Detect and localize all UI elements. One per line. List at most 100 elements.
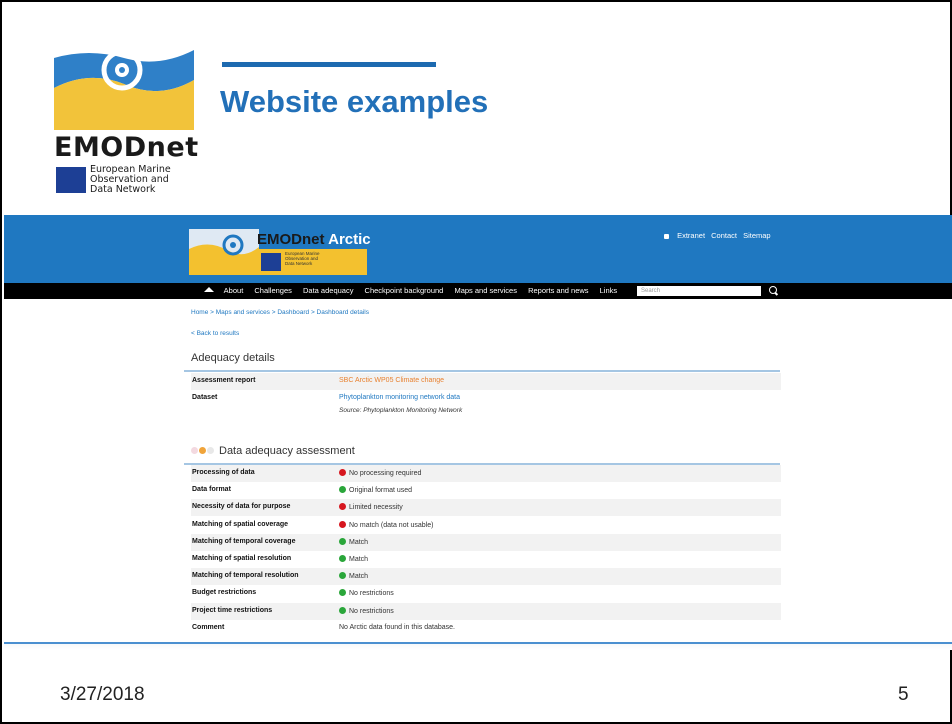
assessment-row: Matching of spatial resolution Match [191, 551, 781, 568]
slide-title: Website examples [220, 84, 489, 119]
nav-challenges[interactable]: Challenges [254, 286, 292, 295]
nav-checkpoint-background[interactable]: Checkpoint background [365, 286, 444, 295]
site-eu-flag-icon [261, 253, 281, 271]
assessment-row: Budget restrictions No restrictions [191, 585, 781, 602]
site-top-links: Extranet Contact Sitemap [664, 231, 771, 240]
assessment-key: Data format [192, 486, 231, 494]
title-accent-bar [222, 62, 436, 67]
assessment-value-text: No Arctic data found in this database. [339, 623, 455, 631]
assessment-value-text: Limited necessity [349, 504, 403, 512]
assessment-key: Processing of data [192, 469, 255, 476]
details-key: Dataset [192, 394, 218, 401]
status-red-icon [339, 520, 346, 528]
assessment-value-text: Original format used [349, 487, 413, 495]
assessment-value: Limited necessity [339, 503, 403, 511]
assessment-row: Project time restrictions No restrictions [191, 602, 781, 620]
search-icon[interactable] [769, 286, 777, 294]
assessment-value-text: No restrictions [349, 607, 394, 615]
assessment-row: Comment No Arctic data found in this data… [191, 620, 781, 637]
site-logo-word-emodnet: EMODnet [257, 231, 325, 248]
page-number: 5 [898, 684, 909, 705]
home-icon[interactable] [204, 287, 214, 292]
assessment-value: No match (data not usable) [339, 520, 434, 529]
assessment-value: Original format used [339, 486, 412, 494]
site-logo-word-arctic: Arctic [324, 231, 371, 248]
assessment-value-text: No processing required [349, 470, 422, 477]
assessment-report-link[interactable]: SBC Arctic WP05 Climate change [339, 377, 444, 384]
assessment-value: No restrictions [339, 589, 394, 597]
site-logo-wave-graphic [189, 229, 259, 275]
assessment-value: No Arctic data found in this database. [339, 624, 455, 631]
assessment-value-text: Match [349, 556, 369, 563]
site-logo-wordmark: EMODnet Arctic [257, 231, 371, 248]
assessment-row: Processing of data No processing required [191, 465, 781, 482]
details-divider [184, 370, 780, 372]
search-input[interactable]: Search [637, 286, 761, 296]
details-key: Assessment report [192, 377, 256, 384]
nav-reports-and-news[interactable]: Reports and news [528, 286, 588, 295]
slide: EMODnet European Marine Observation and … [0, 0, 952, 724]
assessment-key: Budget restrictions [192, 589, 257, 597]
assessment-row: Necessity of data for purpose Limited nec… [191, 499, 781, 517]
status-green-icon [339, 555, 346, 562]
adequacy-details-title: Adequacy details [191, 352, 275, 364]
site-logo-subband: European Marine Observation and Data Net… [257, 249, 367, 275]
assessment-row: Matching of temporal coverage Match [191, 533, 781, 551]
assessment-key: Comment [192, 623, 225, 631]
assessment-key: Necessity of data for purpose [192, 503, 291, 511]
eu-flag-icon [56, 167, 86, 193]
status-green-icon [339, 486, 346, 494]
status-green-icon [339, 537, 346, 545]
back-to-results-link[interactable]: < Back to results [191, 330, 239, 337]
status-red-icon [339, 469, 346, 476]
logo-wave-graphic [54, 40, 194, 130]
contact-link[interactable]: Contact [711, 231, 737, 240]
nav-about[interactable]: About [224, 286, 244, 295]
breadcrumb[interactable]: Home > Maps and services > Dashboard > D… [191, 309, 369, 316]
footer-band [4, 642, 952, 650]
assessment-row: Matching of temporal resolution Match [191, 568, 781, 586]
details-row-report: Assessment report SBC Arctic WP05 Climat… [191, 373, 781, 390]
assessment-key: Matching of temporal resolution [192, 572, 299, 580]
assessment-value: Match [339, 555, 368, 563]
assessment-dots-icon [191, 445, 215, 457]
dataset-link[interactable]: Phytoplankton monitoring network data [339, 394, 460, 401]
status-green-icon [339, 589, 346, 597]
website-screenshot: EMODnet Arctic European Marine Observati… [4, 215, 952, 642]
lock-icon [664, 233, 669, 239]
site-header: EMODnet Arctic European Marine Observati… [4, 215, 952, 283]
site-nav-bar: About Challenges Data adequacy Checkpoin… [4, 283, 952, 299]
assessment-value-text: No match (data not usable) [349, 521, 434, 529]
assessment-value: No processing required [339, 469, 421, 477]
logo-tagline: European Marine Observation and Data Net… [90, 164, 171, 195]
slide-date: 3/27/2018 [60, 684, 145, 705]
assessment-key: Matching of spatial coverage [192, 520, 289, 528]
emodnet-logo: EMODnet European Marine Observation and … [54, 40, 204, 202]
sitemap-link[interactable]: Sitemap [743, 231, 771, 240]
status-green-icon [339, 606, 346, 614]
assessment-key: Project time restrictions [192, 606, 273, 614]
status-red-icon [339, 503, 346, 511]
site-logo-tagline: European Marine Observation and Data Net… [285, 251, 320, 266]
assessment-row: Data format Original format used [191, 482, 781, 499]
assessment-value-text: Match [349, 538, 369, 546]
nav-data-adequacy[interactable]: Data adequacy [303, 286, 353, 295]
status-green-icon [339, 572, 346, 580]
assessment-value: Match [339, 572, 368, 580]
nav-links[interactable]: Links [600, 286, 618, 295]
assessment-row: Matching of spatial coverage No match (da… [191, 517, 781, 534]
details-row-dataset: Dataset Phytoplankton monitoring network… [191, 390, 781, 407]
assessment-title-wrap: Data adequacy assessment [191, 445, 355, 457]
assessment-key: Matching of temporal coverage [192, 537, 296, 545]
assessment-title: Data adequacy assessment [219, 445, 355, 457]
extranet-link[interactable]: Extranet [677, 231, 705, 240]
assessment-key: Matching of spatial resolution [192, 555, 292, 562]
nav-items: About Challenges Data adequacy Checkpoin… [204, 286, 626, 295]
logo-wordmark: EMODnet [54, 132, 199, 163]
assessment-value-text: No restrictions [349, 590, 394, 598]
assessment-value: Match [339, 537, 369, 546]
assessment-value-text: Match [349, 573, 369, 581]
assessment-value: No restrictions [339, 606, 394, 615]
site-logo[interactable]: EMODnet Arctic European Marine Observati… [189, 229, 374, 275]
nav-maps-and-services[interactable]: Maps and services [454, 286, 517, 295]
